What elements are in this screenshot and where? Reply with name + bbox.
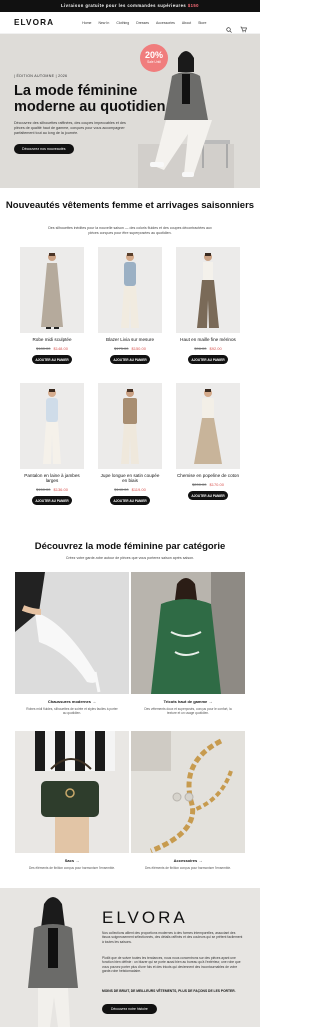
category-name[interactable]: Tricots haut de gamme → (131, 699, 245, 704)
product-old-price: $200.00 (192, 482, 207, 487)
category-image[interactable] (15, 572, 129, 694)
product-price: $150.00 $136.00 (20, 487, 84, 492)
product-name[interactable]: Chemise en popeline de coton (176, 473, 240, 478)
announcement-text: Livraison gratuite pour les commandes su… (61, 3, 188, 8)
category-name[interactable]: Accessoires → (131, 858, 245, 863)
product-card[interactable]: Jupe longue en satin coupée en biais $14… (98, 383, 162, 506)
hero-banner: 20% Sale Until | ÉDITION AUTOMNE | 2026 … (0, 34, 260, 188)
product-old-price: $150.00 (36, 487, 51, 492)
product-name[interactable]: Robe midi sculptée (20, 337, 84, 342)
category-card-bags[interactable]: Sacs → Des éléments de finition conçus p… (15, 731, 129, 870)
hero-description: Découvrez des silhouettes raffinées, des… (14, 121, 126, 136)
sale-badge-percent: 20% (144, 50, 163, 60)
category-image[interactable] (131, 731, 245, 853)
product-image[interactable] (20, 247, 84, 333)
category-description: Des vêtements doux et superposés, conçus… (144, 707, 232, 716)
category-description: Des éléments de finition conçus pour har… (144, 866, 231, 870)
search-icon[interactable] (226, 20, 232, 33)
product-old-price: $96.00 (194, 346, 207, 351)
product-card[interactable]: Blazer Livia sur mesure $175.00 $150.00 A… (98, 247, 162, 365)
nav-item-dresses[interactable]: Dresses (136, 21, 149, 25)
product-sale-price: $170.00 (209, 482, 224, 487)
hero-subtitle: | ÉDITION AUTOMNE | 2026 (14, 74, 68, 78)
product-image[interactable] (98, 383, 162, 469)
category-name[interactable]: Sacs → (15, 858, 129, 863)
product-image[interactable] (176, 247, 240, 333)
brand-model-image (28, 897, 78, 1027)
announcement-bar: Livraison gratuite pour les commandes su… (0, 0, 260, 12)
nav-item-about[interactable]: About (182, 21, 191, 25)
category-card-accessories[interactable]: Accessoires → Des éléments de finition c… (131, 731, 245, 870)
category-image[interactable] (15, 731, 129, 853)
announcement-amount: $150 (187, 3, 199, 8)
product-card[interactable]: Pantalon en laine à jambes larges $150.0… (20, 383, 84, 506)
category-image[interactable] (131, 572, 245, 694)
brand-wordmark: ELVORA (102, 908, 188, 927)
product-old-price: $180.00 (36, 346, 51, 351)
sale-badge-text: Sale Until (147, 60, 161, 64)
category-description: Des éléments de finition conçus pour har… (28, 866, 115, 870)
category-description: Robes midi fluides, silhouettes de soiré… (26, 707, 118, 716)
nav-icons (226, 20, 247, 33)
add-to-cart-button[interactable]: AJOUTER AU PANIER (110, 355, 150, 365)
hero-cta-button[interactable]: Découvrez nos nouveautés (14, 143, 74, 154)
product-price: $180.00 $148.00 (20, 346, 84, 351)
add-to-cart-button[interactable]: AJOUTER AU PANIER (188, 491, 228, 501)
product-price: $96.00 $92.00 (176, 346, 240, 351)
brand-paragraph-1: Nos collections allient des proportions … (102, 931, 243, 944)
category-card-knitwear[interactable]: Tricots haut de gamme → Des vêtements do… (131, 572, 245, 716)
product-sale-price: $119.00 (131, 487, 146, 492)
product-old-price: $175.00 (114, 346, 129, 351)
products-section-description: Des silhouettes inédites pour la nouvell… (48, 226, 212, 235)
nav-item-store[interactable]: Store (198, 21, 206, 25)
product-name[interactable]: Jupe longue en satin coupée en biais (98, 473, 162, 483)
product-price: $175.00 $150.00 (98, 346, 162, 351)
product-sale-price: $148.00 (53, 346, 68, 351)
products-section-title: Nouveautés vêtements femme et arrivages … (5, 200, 255, 211)
brand-story-section: ELVORA Nos collections allient des propo… (0, 888, 260, 1027)
product-name[interactable]: Blazer Livia sur mesure (98, 337, 162, 342)
product-sale-price: $150.00 (131, 346, 146, 351)
product-card[interactable]: Chemise en popeline de coton $200.00 $170… (176, 383, 240, 501)
product-card[interactable]: Haut en maille fine mérinos $96.00 $92.00… (176, 247, 240, 365)
nav-item-new-in[interactable]: New In (98, 21, 109, 25)
add-to-cart-button[interactable]: AJOUTER AU PANIER (110, 496, 150, 506)
hero-title: La mode féminine moderne au quotidien (14, 83, 166, 115)
product-sale-price: $136.00 (53, 487, 68, 492)
categories-section-title: Découvrez la mode féminine par catégorie (34, 541, 226, 552)
nav-item-accessories[interactable]: Accessories (156, 21, 175, 25)
hero-content: | ÉDITION AUTOMNE | 2026 La mode féminin… (14, 74, 174, 155)
product-price: $140.00 $119.00 (98, 487, 162, 492)
product-image[interactable] (98, 247, 162, 333)
product-price: $200.00 $170.00 (176, 482, 240, 487)
our-story-button[interactable]: Découvrez notre histoire (102, 1004, 157, 1014)
brand-logo[interactable]: ELVORA (14, 18, 54, 27)
brand-paragraph-2: Plutôt que de suivre toutes les tendance… (102, 956, 241, 974)
categories-section-description: Créez votre garde-robe autour de pièces … (65, 556, 195, 560)
product-card[interactable]: Robe midi sculptée $180.00 $148.00 AJOUTE… (20, 247, 84, 365)
add-to-cart-button[interactable]: AJOUTER AU PANIER (32, 355, 72, 365)
cart-icon[interactable] (240, 20, 247, 32)
nav-item-clothing[interactable]: Clothing (116, 21, 129, 25)
product-image[interactable] (20, 383, 84, 469)
product-name[interactable]: Pantalon en laine à jambes larges (20, 473, 84, 483)
sale-badge: 20% Sale Until (140, 44, 168, 72)
nav-menu: Home New In Clothing Dresses Accessories… (82, 21, 206, 25)
main-navigation: ELVORA Home New In Clothing Dresses Acce… (0, 12, 260, 34)
nav-item-home[interactable]: Home (82, 21, 91, 25)
product-name[interactable]: Haut en maille fine mérinos (176, 337, 240, 342)
product-old-price: $140.00 (114, 487, 129, 492)
category-card-shoes[interactable]: Chaussures modernes → Robes midi fluides… (15, 572, 129, 716)
product-image[interactable] (176, 383, 240, 469)
add-to-cart-button[interactable]: AJOUTER AU PANIER (188, 355, 228, 365)
product-sale-price: $92.00 (209, 346, 222, 351)
category-name[interactable]: Chaussures modernes → (15, 699, 129, 704)
add-to-cart-button[interactable]: AJOUTER AU PANIER (32, 496, 72, 506)
brand-tagline: MOINS DE BRUIT, DE MEILLEURS VÊTEMENTS, … (102, 989, 236, 993)
